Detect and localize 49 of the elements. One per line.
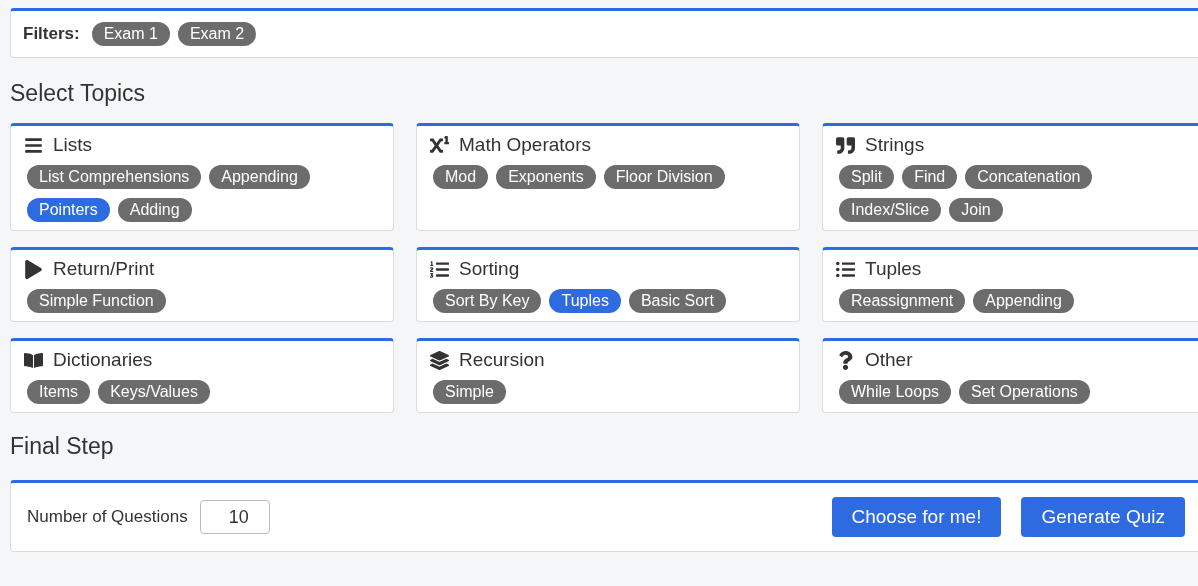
subtopic-chip[interactable]: Reassignment: [839, 289, 966, 313]
subtopic-chip[interactable]: Set Operations: [959, 380, 1090, 404]
topic-title: Dictionaries: [53, 349, 153, 371]
topic-title: Return/Print: [53, 258, 155, 280]
section-heading: Select Topics: [10, 80, 147, 107]
subtopic-chip[interactable]: Simple Function: [27, 289, 166, 313]
subtopic-chip[interactable]: List Comprehensions: [27, 165, 202, 189]
topic-title: Tuples: [865, 258, 922, 280]
filters-label: Filters:: [23, 24, 80, 44]
topic-title: Lists: [53, 134, 93, 156]
choose-button[interactable]: Choose for me!: [831, 497, 1002, 537]
subtopic-chip[interactable]: Sort By Key: [433, 289, 542, 313]
subtopic-chip[interactable]: Join: [949, 198, 1003, 222]
play-icon: [23, 259, 43, 279]
subtopic-chip[interactable]: Concatenation: [965, 165, 1093, 189]
topic-title: Recursion: [459, 349, 545, 371]
subtopic-chip[interactable]: Adding: [117, 198, 192, 222]
section-heading: Final Step: [10, 433, 115, 460]
bulleted-list-icon: [835, 259, 855, 279]
subtopic-chip[interactable]: Appending: [973, 289, 1074, 313]
subtopic-chip[interactable]: Split: [839, 165, 895, 189]
subtopic-chip[interactable]: Items: [27, 380, 91, 404]
topic-title: Strings: [865, 134, 925, 156]
subtopic-chip[interactable]: Simple: [433, 380, 506, 404]
layers-icon: [429, 350, 449, 370]
subtopic-chip[interactable]: Tuples: [549, 289, 621, 313]
filter-chip[interactable]: Exam 1: [91, 22, 170, 46]
topic-title: Math Operators: [459, 134, 591, 156]
subtopic-chip[interactable]: Find: [902, 165, 958, 189]
quote-icon: [835, 135, 855, 155]
topic-title: Sorting: [459, 258, 520, 280]
menu-icon: [23, 135, 43, 155]
book-icon: [23, 350, 43, 370]
subtopic-chip[interactable]: Keys/Values: [98, 380, 210, 404]
generate-button[interactable]: Generate Quiz: [1021, 497, 1185, 537]
subtopic-chip[interactable]: Exponents: [496, 165, 596, 189]
filter-chip[interactable]: Exam 2: [177, 22, 257, 46]
subtopic-chip[interactable]: Appending: [209, 165, 310, 189]
subtopic-chip[interactable]: Floor Division: [603, 165, 725, 189]
subtopic-chip[interactable]: Index/Slice: [839, 198, 942, 222]
subtopic-chip[interactable]: While Loops: [839, 380, 952, 404]
questions-label: Number of Questions: [27, 507, 188, 527]
superscript-icon: [429, 135, 449, 155]
subtopic-chip[interactable]: Mod: [433, 165, 489, 189]
numbered-list-icon: [429, 259, 449, 279]
questions-input[interactable]: 10: [199, 500, 270, 534]
subtopic-chip[interactable]: Pointers: [27, 198, 110, 222]
subtopic-chip[interactable]: Basic Sort: [628, 289, 726, 313]
topic-title: Other: [865, 349, 913, 371]
